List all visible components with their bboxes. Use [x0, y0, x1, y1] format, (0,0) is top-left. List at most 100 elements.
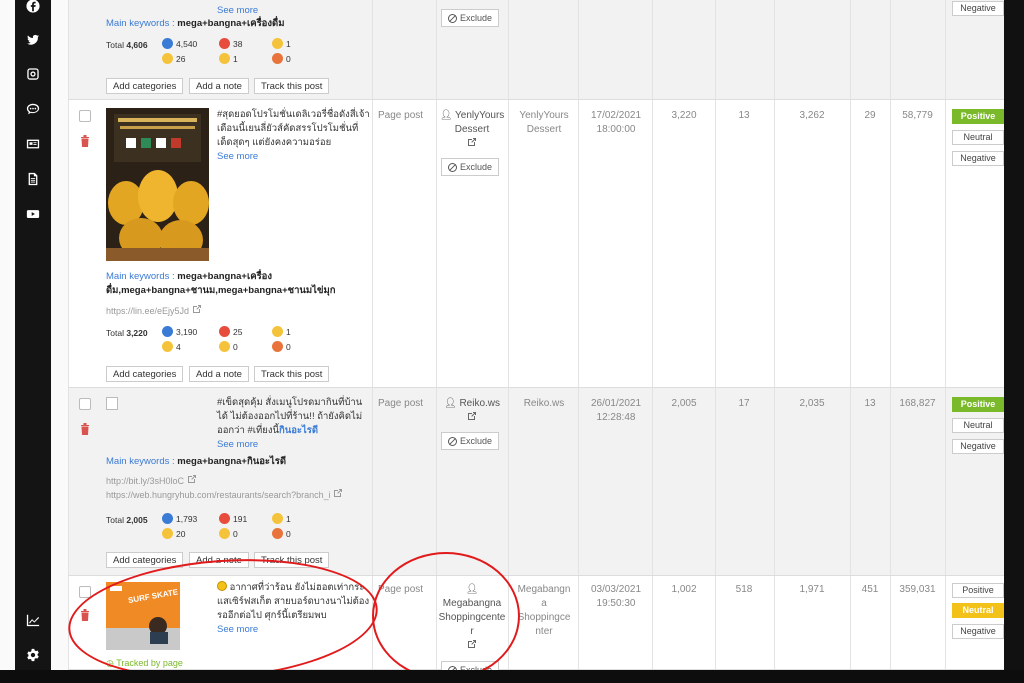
table-row: SURF SKATE PLAY AREA อากาศที่ว่าร้อน ยัง…	[68, 576, 1004, 670]
row-checkbox[interactable]	[79, 586, 91, 598]
table-row: #เข็ดสุดคุ้ม สั่งเมนูโปรดมากินที่บ้านได้…	[68, 388, 1004, 576]
posts-table: See more Main keywords : mega+bangna+เคร…	[68, 0, 1004, 670]
author[interactable]: 👤︎ YenlyYours Dessert	[438, 109, 506, 152]
like-reaction: 3,190	[162, 326, 197, 337]
metric-5: 168,827	[899, 398, 936, 409]
reactions-summary: Total 3,220 3,190 25 1 4 0 0	[106, 324, 336, 354]
news-icon[interactable]	[24, 135, 42, 153]
see-more-link[interactable]: See more	[217, 439, 258, 450]
love-icon	[219, 326, 230, 337]
add-note-button[interactable]: Add a note	[189, 78, 249, 94]
post-thumbnail[interactable]: SURF SKATE PLAY AREA	[106, 582, 180, 650]
author[interactable]: 👤︎ Megabangna Shoppingcente r	[438, 583, 506, 654]
track-post-button[interactable]: Track this post	[254, 78, 330, 94]
metric-4: 29	[864, 110, 876, 121]
delete-icon[interactable]	[80, 423, 90, 435]
track-post-button[interactable]: Track this post	[254, 366, 330, 382]
like-icon	[162, 326, 173, 337]
see-more-link[interactable]: See more	[217, 151, 258, 162]
angry-icon	[272, 528, 283, 539]
settings-icon[interactable]	[24, 646, 42, 664]
haha-reaction: 1	[272, 513, 291, 524]
facebook-icon[interactable]	[24, 0, 42, 15]
love-reaction: 25	[219, 326, 242, 337]
add-categories-button[interactable]: Add categories	[106, 552, 184, 568]
wow-icon	[162, 528, 173, 539]
metric-4: 451	[861, 584, 879, 595]
see-more-link[interactable]: See more	[217, 624, 258, 635]
love-reaction: 38	[219, 38, 242, 49]
negative-button[interactable]: Negative	[952, 1, 1004, 16]
total-reactions: Total 4,606	[106, 40, 148, 50]
angry-icon	[272, 341, 283, 352]
haha-reaction: 1	[272, 38, 291, 49]
angry-reaction: 0	[272, 528, 291, 539]
chat-icon[interactable]	[24, 100, 42, 118]
document-icon[interactable]	[24, 170, 42, 188]
exclude-button[interactable]: Exclude	[441, 432, 500, 450]
metric-4: 13	[864, 398, 876, 409]
youtube-icon[interactable]	[24, 205, 42, 223]
monitor-bezel	[1004, 0, 1024, 683]
see-more-link[interactable]: See more	[217, 4, 258, 18]
track-post-button[interactable]: Track this post	[254, 552, 330, 568]
external-link-icon[interactable]	[467, 639, 477, 649]
external-link-icon[interactable]	[467, 137, 477, 147]
post-link[interactable]: https://lin.ee/eEjy5Jd	[106, 304, 202, 316]
metric-3: 2,035	[799, 398, 825, 409]
exclude-button[interactable]: Exclude	[441, 9, 500, 27]
sad-reaction: 0	[219, 341, 238, 352]
reactions-summary: Total 2,005 1,793 191 1 20 0 0	[106, 511, 336, 541]
author[interactable]: 👤︎ Reiko.ws	[438, 397, 506, 426]
post-link[interactable]: http://bit.ly/3sH0loC	[106, 474, 197, 486]
main-keywords: Main keywords : mega+bangna+เครื่องดื่ม	[106, 18, 285, 29]
exclude-button[interactable]: Exclude	[441, 158, 500, 176]
tracked-label: ◷ Tracked by page	[106, 658, 183, 668]
add-categories-button[interactable]: Add categories	[106, 78, 184, 94]
metric-3: 3,262	[799, 110, 825, 121]
like-icon	[162, 38, 173, 49]
source: Reiko.ws	[523, 398, 565, 409]
add-categories-button[interactable]: Add categories	[106, 366, 184, 382]
positive-button[interactable]: Positive	[952, 109, 1004, 124]
positive-button[interactable]: Positive	[952, 583, 1004, 598]
table-row: See more Main keywords : mega+bangna+เคร…	[68, 0, 1004, 100]
add-note-button[interactable]: Add a note	[189, 552, 249, 568]
broken-image-icon[interactable]	[106, 397, 118, 410]
row-checkbox[interactable]	[79, 398, 91, 410]
main-keywords: Main keywords : mega+bangna+กินอะไรดี	[106, 456, 287, 467]
negative-button[interactable]: Negative	[952, 439, 1004, 454]
external-link-icon	[187, 474, 197, 484]
post-date: 03/03/2021 19:50:30	[590, 584, 642, 609]
negative-button[interactable]: Negative	[952, 624, 1004, 639]
external-link-icon[interactable]	[467, 411, 477, 421]
row-checkbox[interactable]	[79, 110, 91, 122]
neutral-button[interactable]: Neutral	[952, 130, 1004, 145]
instagram-icon[interactable]	[24, 65, 42, 83]
positive-button[interactable]: Positive	[952, 397, 1004, 412]
exclude-button[interactable]: Exclude	[441, 661, 500, 670]
wow-reaction: 20	[162, 528, 185, 539]
twitter-icon[interactable]	[24, 31, 42, 49]
wow-reaction: 4	[162, 341, 181, 352]
table-row: #สุดยอดโปรโมชั่นเดลิเวอรี่ชื่อดังสี่เจ้า…	[68, 100, 1004, 388]
neutral-button[interactable]: Neutral	[952, 603, 1004, 618]
neutral-button[interactable]: Neutral	[952, 418, 1004, 433]
analytics-icon[interactable]	[24, 611, 42, 629]
sun-icon	[217, 581, 227, 591]
haha-icon	[272, 38, 283, 49]
like-icon	[162, 513, 173, 524]
negative-button[interactable]: Negative	[952, 151, 1004, 166]
delete-icon[interactable]	[80, 135, 90, 147]
add-note-button[interactable]: Add a note	[189, 366, 249, 382]
post-thumbnail[interactable]	[106, 108, 209, 261]
delete-icon[interactable]	[80, 609, 90, 621]
metric-2: 13	[738, 110, 750, 121]
screen: See more Main keywords : mega+bangna+เคร…	[0, 0, 1024, 670]
post-text: #สุดยอดโปรโมชั่นเดลิเวอรี่ชื่อดังสี่เจ้า…	[217, 109, 370, 162]
wow-icon	[162, 341, 173, 352]
metric-2: 17	[738, 398, 750, 409]
metric-1: 2,005	[671, 398, 697, 409]
post-type: Page post	[378, 398, 424, 409]
post-link[interactable]: https://web.hungryhub.com/restaurants/se…	[106, 488, 343, 500]
